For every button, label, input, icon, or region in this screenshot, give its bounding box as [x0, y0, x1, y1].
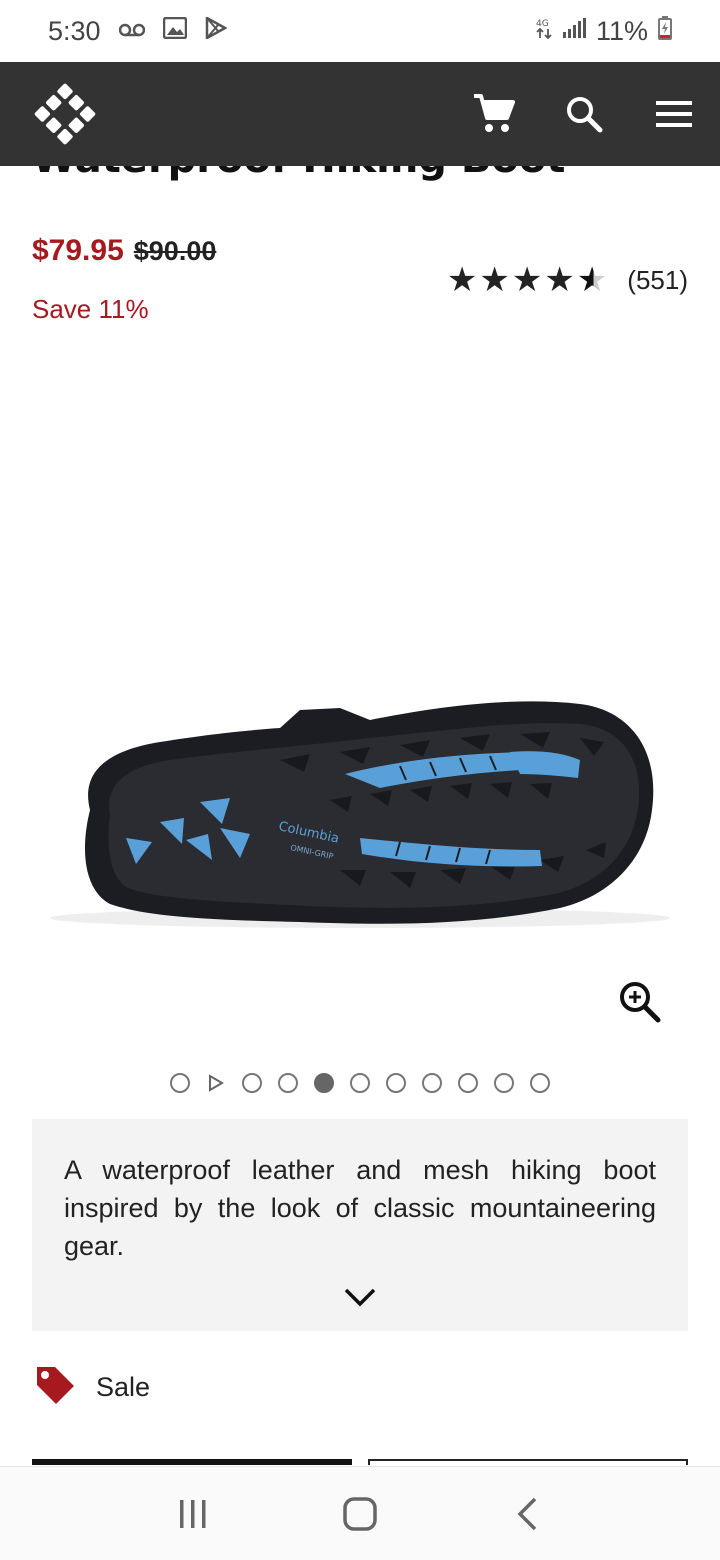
carousel-indicators: [170, 1073, 550, 1093]
star-half-icon: ★: [576, 261, 608, 299]
zoom-in-icon[interactable]: [618, 980, 662, 1024]
home-icon[interactable]: [336, 1490, 384, 1538]
carousel-dot[interactable]: [170, 1073, 190, 1093]
savings-text: Save 11%: [32, 294, 149, 324]
price-row: $79.95 $90.00: [32, 234, 216, 268]
carousel-dot-active[interactable]: [314, 1073, 334, 1093]
carousel-video-play-icon[interactable]: [206, 1073, 226, 1093]
rating-stars: ★ ★ ★ ★ ★: [447, 262, 607, 298]
star-full-icon: ★: [446, 261, 478, 299]
carousel-dot[interactable]: [350, 1073, 370, 1093]
data-icon: 4G: [536, 17, 552, 45]
status-bar-left: 5:30: [48, 15, 228, 47]
play-store-icon: [205, 15, 228, 45]
nav-actions: [472, 92, 696, 136]
carousel-dot[interactable]: [458, 1073, 478, 1093]
carousel-dot[interactable]: [530, 1073, 550, 1093]
status-time: 5:30: [48, 15, 101, 46]
recents-icon[interactable]: [169, 1490, 217, 1538]
system-nav-bar: [0, 1466, 720, 1560]
sale-price: $79.95: [32, 234, 124, 267]
voicemail-icon: [118, 18, 145, 44]
primary-action-button-partial[interactable]: [32, 1459, 352, 1465]
description-panel: A waterproof leather and mesh hiking boo…: [32, 1119, 688, 1331]
top-navbar: [0, 62, 720, 166]
back-icon[interactable]: [503, 1490, 551, 1538]
status-bar: 5:30 4G 11%: [0, 0, 720, 62]
tag-icon: [34, 1364, 76, 1411]
carousel-dot[interactable]: [278, 1073, 298, 1093]
original-price: $90.00: [133, 236, 217, 266]
signal-icon: [562, 18, 586, 44]
status-bar-right: 4G 11%: [536, 16, 672, 47]
review-count[interactable]: (551): [627, 265, 688, 296]
secondary-action-button-partial[interactable]: [368, 1459, 688, 1465]
columbia-logo[interactable]: [32, 81, 98, 147]
star-full-icon: ★: [479, 261, 510, 299]
star-full-icon: ★: [544, 261, 575, 299]
battery-percent: 11%: [595, 15, 648, 46]
gallery-icon: [162, 16, 187, 45]
carousel-dot[interactable]: [242, 1073, 262, 1093]
carousel-dot[interactable]: [386, 1073, 406, 1093]
rating[interactable]: ★ ★ ★ ★ ★ (551): [447, 262, 688, 298]
carousel-dot[interactable]: [422, 1073, 442, 1093]
menu-icon[interactable]: [652, 92, 696, 136]
battery-charging-icon: [658, 16, 672, 46]
star-full-icon: ★: [511, 261, 543, 299]
cart-icon[interactable]: [472, 92, 516, 136]
sale-label: Sale: [96, 1372, 151, 1402]
sale-badge: Sale: [34, 1364, 150, 1411]
description-text: A waterproof leather and mesh hiking boo…: [64, 1155, 656, 1261]
chevron-down-icon[interactable]: [344, 1287, 376, 1307]
svg-text:4G: 4G: [536, 19, 549, 29]
search-icon[interactable]: [562, 92, 606, 136]
carousel-dot[interactable]: [494, 1073, 514, 1093]
product-image[interactable]: Columbia OMNI-GRIP: [40, 690, 680, 940]
